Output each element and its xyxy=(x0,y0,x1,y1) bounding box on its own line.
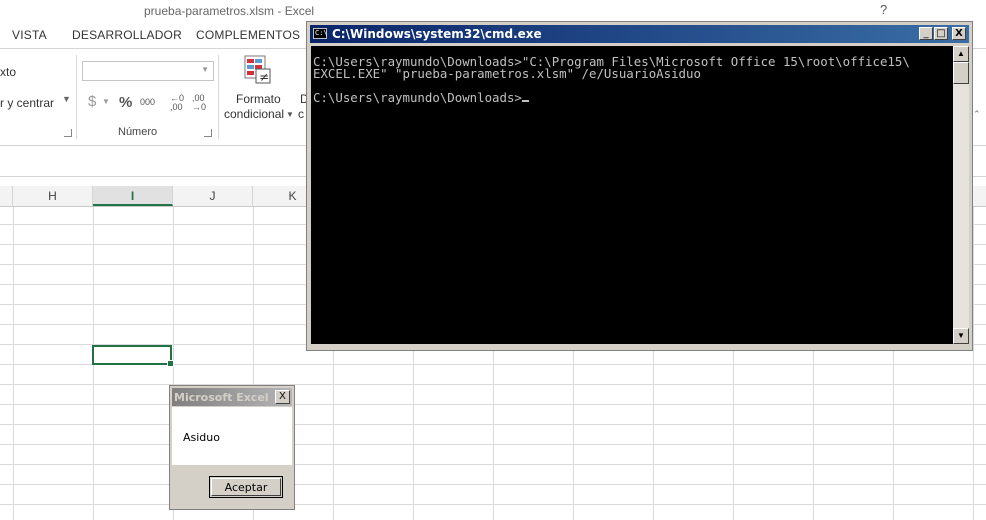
decrease-decimal-button[interactable]: ,00 →0 xyxy=(192,94,210,112)
wrap-text-button[interactable]: xto xyxy=(0,65,16,79)
ribbon-collapse-icon[interactable]: ⌃ xyxy=(973,109,981,120)
svg-text:≠: ≠ xyxy=(259,70,269,84)
number-group-label: Número xyxy=(118,126,158,138)
column-header-i[interactable]: I xyxy=(93,186,173,206)
column-header-j[interactable]: J xyxy=(173,186,253,206)
percent-format-button[interactable]: % xyxy=(119,94,132,111)
number-dialog-launcher-icon[interactable] xyxy=(204,129,212,137)
message-box-body: Asiduo xyxy=(172,407,292,465)
message-box: Microsoft Excel X Asiduo Aceptar xyxy=(169,385,295,510)
group-separator xyxy=(218,55,219,139)
scroll-up-icon[interactable]: ▲ xyxy=(953,46,969,62)
cmd-window: C:\ C:\Windows\system32\cmd.exe _ □ X C:… xyxy=(306,21,973,351)
tab-vista[interactable]: VISTA xyxy=(12,28,47,42)
column-header-partial[interactable] xyxy=(0,186,13,206)
vertical-scrollbar[interactable]: ▲ ▼ xyxy=(953,46,969,344)
scroll-thumb[interactable] xyxy=(953,62,969,84)
thousands-separator-button[interactable]: 000 xyxy=(140,97,155,107)
fill-handle[interactable] xyxy=(167,360,174,367)
conditional-format-icon: ≠ xyxy=(244,55,271,84)
console-prompt: C:\Users\raymundo\Downloads> xyxy=(313,90,522,105)
accept-button-label: Aceptar xyxy=(211,478,281,496)
column-header-h[interactable]: H xyxy=(13,186,93,206)
excel-window-title: prueba-parametros.xlsm - Excel xyxy=(144,4,315,18)
message-text: Asiduo xyxy=(183,431,220,444)
currency-format-button[interactable]: $ xyxy=(88,93,96,110)
merge-dropdown-arrow-icon[interactable]: ▼ xyxy=(62,94,71,104)
excel-titlebar: prueba-parametros.xlsm - Excel ? xyxy=(0,0,986,22)
help-icon[interactable]: ? xyxy=(880,2,887,17)
selected-cell[interactable] xyxy=(92,345,174,367)
chevron-down-icon: ▼ xyxy=(201,65,209,74)
close-button[interactable]: X xyxy=(952,27,966,40)
tab-desarrollador[interactable]: DESARROLLADOR xyxy=(72,28,182,42)
conditional-format-label-1[interactable]: Formato xyxy=(236,92,281,106)
alignment-dialog-launcher-icon[interactable] xyxy=(64,129,72,137)
currency-dropdown-icon[interactable]: ▼ xyxy=(102,97,110,106)
console-output[interactable]: C:\Users\raymundo\Downloads>"C:\Program … xyxy=(311,46,953,344)
conditional-format-label-2[interactable]: condicional xyxy=(224,107,284,121)
number-format-combo[interactable]: ▼ xyxy=(82,61,214,81)
tab-complementos[interactable]: COMPLEMENTOS xyxy=(196,28,300,42)
conditional-format-dropdown-icon[interactable]: ▼ xyxy=(286,110,294,119)
close-button[interactable]: X xyxy=(275,390,290,404)
text-cursor xyxy=(521,100,529,102)
console-line: EXCEL.EXE" "prueba-parametros.xlsm" /e/U… xyxy=(313,66,701,81)
message-box-title: Microsoft Excel xyxy=(174,391,269,404)
increase-decimal-button[interactable]: ←0 ,00 xyxy=(170,94,188,112)
minimize-button[interactable]: _ xyxy=(919,27,933,40)
cmd-window-title: C:\Windows\system32\cmd.exe xyxy=(332,27,542,41)
merge-center-button[interactable]: r y centrar xyxy=(0,96,54,110)
group-separator xyxy=(76,55,77,139)
message-box-titlebar[interactable]: Microsoft Excel X xyxy=(172,388,292,406)
cmd-titlebar[interactable]: C:\ C:\Windows\system32\cmd.exe _ □ X xyxy=(310,25,969,43)
next-ribbon-button-partial-2[interactable]: c xyxy=(298,107,304,121)
cmd-app-icon[interactable]: C:\ xyxy=(313,28,328,39)
scroll-down-icon[interactable]: ▼ xyxy=(953,328,969,344)
accept-button[interactable]: Aceptar xyxy=(209,476,283,498)
maximize-button[interactable]: □ xyxy=(934,27,948,40)
